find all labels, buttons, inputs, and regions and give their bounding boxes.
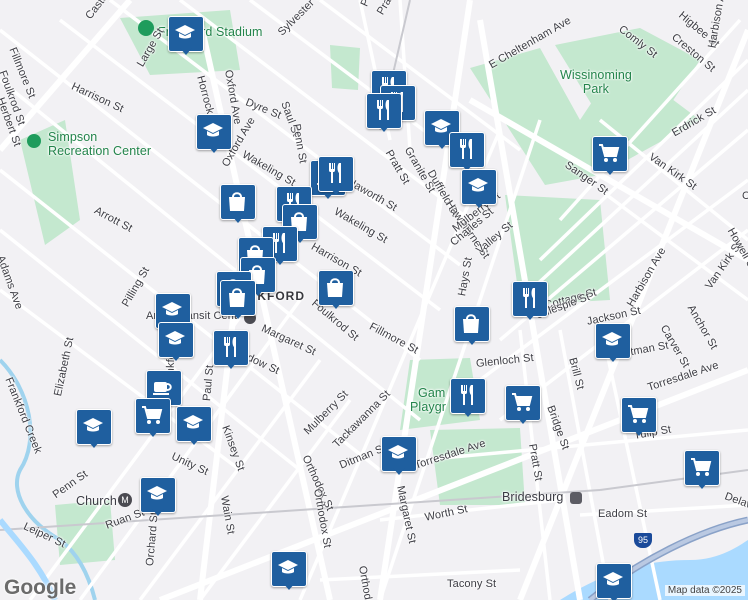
marker-tip xyxy=(696,482,708,489)
marker-tip xyxy=(188,438,200,445)
marker-tip xyxy=(330,188,342,195)
marker-tip xyxy=(608,595,620,600)
marker-tip xyxy=(378,125,390,132)
interstate-shield-icon: 95 xyxy=(634,533,652,548)
shopping-marker[interactable] xyxy=(220,184,256,224)
restaurant-marker[interactable] xyxy=(318,156,354,196)
marker-tip xyxy=(633,429,645,436)
school-marker[interactable] xyxy=(196,114,232,154)
street-label: Cottage St xyxy=(742,190,748,202)
grocery-marker[interactable] xyxy=(505,385,541,425)
school-marker[interactable] xyxy=(595,323,631,363)
marker-tip xyxy=(147,430,159,437)
restaurant-marker[interactable] xyxy=(213,330,249,370)
restaurant-marker[interactable] xyxy=(450,378,486,418)
map-canvas[interactable]: Frankford Stadium Wissinoming Park Simps… xyxy=(0,0,748,600)
marker-tip xyxy=(436,142,448,149)
marker-tip xyxy=(208,146,220,153)
marker-tip xyxy=(462,410,474,417)
map-attribution[interactable]: Map data ©2025 xyxy=(664,585,745,596)
shopping-marker[interactable] xyxy=(220,280,256,320)
school-marker[interactable] xyxy=(596,563,632,600)
restaurant-marker[interactable] xyxy=(512,281,548,321)
marker-tip xyxy=(393,468,405,475)
shopping-marker[interactable] xyxy=(454,306,490,346)
street-label: Tacony St xyxy=(447,578,497,590)
school-marker[interactable] xyxy=(168,16,204,56)
shopping-marker[interactable] xyxy=(318,270,354,310)
school-marker[interactable] xyxy=(271,551,307,591)
school-marker[interactable] xyxy=(140,477,176,517)
marker-tip xyxy=(170,354,182,361)
marker-tip xyxy=(473,201,485,208)
marker-tip xyxy=(283,583,295,590)
restaurant-marker[interactable] xyxy=(366,93,402,133)
metro-icon[interactable]: M xyxy=(118,493,132,507)
grocery-marker[interactable] xyxy=(684,450,720,490)
school-marker[interactable] xyxy=(76,409,112,449)
school-marker[interactable] xyxy=(158,322,194,362)
park-label-simpson: Simpson Recreation Center xyxy=(48,130,152,158)
marker-tip xyxy=(152,509,164,516)
grocery-marker[interactable] xyxy=(592,136,628,176)
grocery-marker[interactable] xyxy=(621,397,657,437)
marker-tip xyxy=(232,312,244,319)
google-logo: Google xyxy=(4,576,77,599)
restaurant-marker[interactable] xyxy=(449,132,485,172)
school-marker[interactable] xyxy=(461,169,497,209)
grocery-marker[interactable] xyxy=(135,398,171,438)
marker-tip xyxy=(466,338,478,345)
marker-tip xyxy=(517,417,529,424)
place-label-church: Church xyxy=(76,494,117,508)
park-label-wissinoming: Wissinoming Park xyxy=(560,68,632,96)
marker-tip xyxy=(225,362,237,369)
school-place-icon[interactable] xyxy=(570,492,582,504)
park-label-gambrel: Gam xyxy=(418,386,446,400)
street-label: Eadom St xyxy=(598,508,648,520)
marker-tip xyxy=(604,168,616,175)
marker-tip xyxy=(180,48,192,55)
marker-tip xyxy=(88,441,100,448)
park-icon[interactable] xyxy=(27,134,41,148)
school-marker[interactable] xyxy=(176,406,212,446)
marker-tip xyxy=(330,302,342,309)
park-label-gambrel-2: Playgr xyxy=(410,400,447,414)
marker-tip xyxy=(524,313,536,320)
school-marker[interactable] xyxy=(381,436,417,476)
marker-tip xyxy=(607,355,619,362)
place-label-bridesburg: Bridesburg xyxy=(502,490,564,504)
marker-tip xyxy=(232,216,244,223)
